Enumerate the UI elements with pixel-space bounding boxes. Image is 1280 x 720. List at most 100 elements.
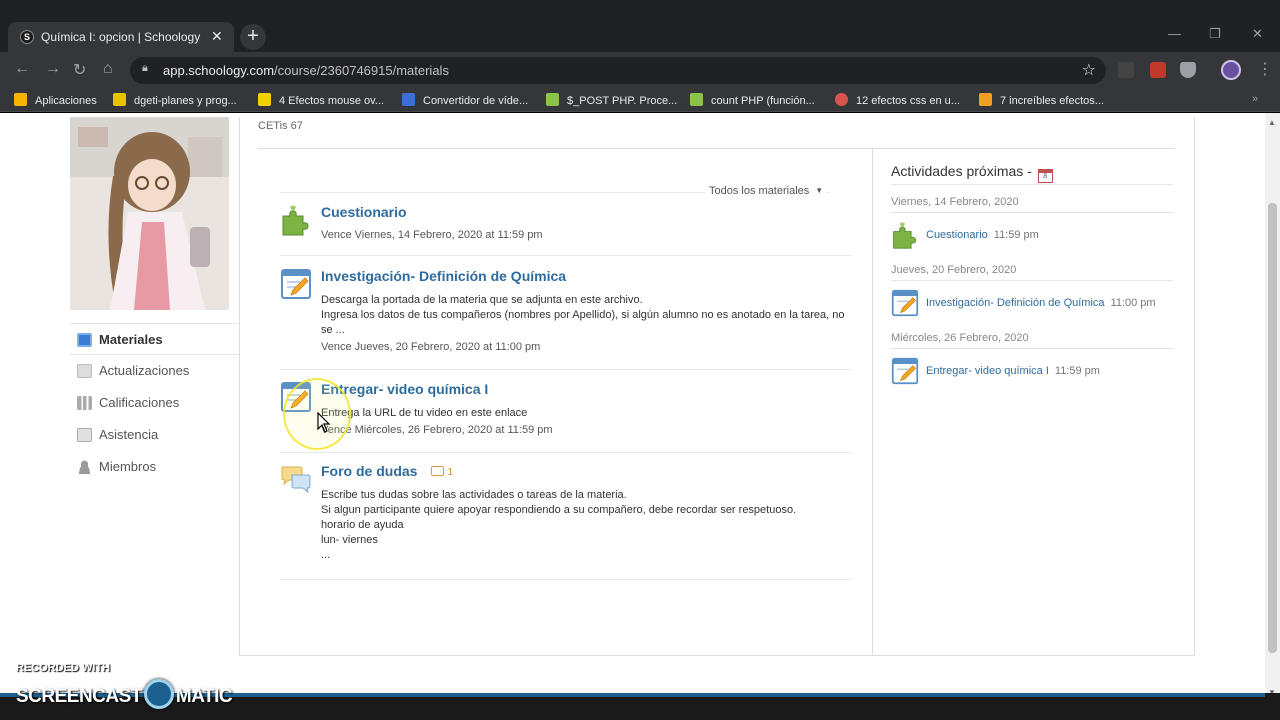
back-icon[interactable]: ← bbox=[14, 60, 30, 78]
new-tab-button[interactable]: + bbox=[240, 24, 266, 50]
nav-item-label: Asistencia bbox=[99, 427, 159, 442]
divider bbox=[872, 149, 873, 656]
description-line: Entrega la URL de tu video en este enlac… bbox=[321, 407, 528, 419]
browser-titlebar: S Química I: opcion | Schoology ✕ + — ❐ … bbox=[0, 0, 1280, 52]
material-title-link[interactable]: Foro de dudas 1 bbox=[321, 463, 453, 479]
bookmark-item[interactable]: dgeti-planes y prog... bbox=[113, 93, 237, 107]
lock-icon: 🔒︎ bbox=[142, 62, 148, 74]
scrollbar-thumb[interactable] bbox=[1268, 203, 1277, 653]
materials-filter-dropdown[interactable]: Todos los materiales ▼ bbox=[705, 185, 828, 197]
description-line: Escribe tus dudas sobre las actividades … bbox=[321, 489, 627, 501]
description-line: Ingresa los datos de tus compañeros (nom… bbox=[321, 309, 845, 336]
updates-icon bbox=[77, 364, 92, 378]
bookmark-item[interactable]: Aplicaciones bbox=[14, 93, 97, 107]
upcoming-item-link[interactable]: Cuestionario bbox=[926, 229, 988, 241]
address-url: app.schoology.com/course/2360746915/mate… bbox=[163, 63, 449, 78]
browser-toolbar: ← → ↻ ⌂ 🔒︎ app.schoology.com/course/2360… bbox=[0, 52, 1280, 88]
divider bbox=[891, 212, 1173, 213]
course-left-nav: Materiales Actualizaciones Calificacione… bbox=[70, 323, 240, 483]
reload-icon[interactable]: ↻ bbox=[73, 60, 86, 80]
tab-title: Química I: opcion | Schoology bbox=[41, 30, 201, 44]
minimize-icon[interactable]: — bbox=[1168, 26, 1181, 41]
site-favicon-icon bbox=[835, 93, 848, 106]
upcoming-date: Miércoles, 26 Febrero, 2020 bbox=[891, 332, 1029, 344]
site-favicon-icon bbox=[546, 93, 559, 106]
material-item: Entregar- video química I Entrega la URL… bbox=[280, 381, 852, 453]
site-favicon-icon bbox=[690, 93, 703, 106]
quiz-puzzle-icon bbox=[282, 205, 309, 236]
page-scrollbar[interactable]: ▲ ▼ bbox=[1265, 113, 1280, 700]
material-due-date: Vence Miércoles, 26 Febrero, 2020 at 11:… bbox=[321, 424, 553, 436]
screencast-watermark: RECORDED WITH SCREENCAST MATIC bbox=[16, 662, 233, 709]
site-favicon-icon bbox=[113, 93, 126, 106]
scroll-up-arrow-icon[interactable]: ▲ bbox=[1268, 118, 1276, 127]
address-bar[interactable]: 🔒︎ app.schoology.com/course/2360746915/m… bbox=[130, 57, 1106, 84]
bookmark-item[interactable]: 12 efectos css en u... bbox=[835, 93, 960, 107]
comment-count-badge[interactable]: 1 bbox=[431, 466, 453, 478]
course-materials-page: Materiales Actualizaciones Calificacione… bbox=[0, 113, 1280, 693]
upcoming-date: Jueves, 20 Febrero, 2020 bbox=[891, 264, 1017, 276]
bookmark-item[interactable]: $_POST PHP. Proce... bbox=[546, 93, 677, 107]
bookmark-item[interactable]: count PHP (función... bbox=[690, 93, 815, 107]
divider bbox=[258, 148, 1175, 149]
nav-item-actualizaciones[interactable]: Actualizaciones bbox=[70, 355, 240, 387]
material-due-date: Vence Jueves, 20 Febrero, 2020 at 11:00 … bbox=[321, 341, 541, 353]
schoology-favicon-icon: S bbox=[20, 30, 34, 44]
watermark-recorded-with: RECORDED WITH bbox=[16, 662, 111, 674]
course-profile-image bbox=[70, 117, 229, 310]
assignment-pencil-icon bbox=[891, 289, 919, 317]
nav-item-label: Miembros bbox=[99, 459, 157, 474]
upcoming-item-link[interactable]: Investigación- Definición de Química bbox=[926, 297, 1105, 309]
material-description: Entrega la URL de tu video en este enlac… bbox=[321, 406, 849, 421]
nav-item-label: Actualizaciones bbox=[99, 363, 190, 378]
bookmark-item[interactable]: Convertidor de víde... bbox=[402, 93, 528, 107]
forward-icon[interactable]: → bbox=[45, 60, 61, 78]
filter-label: Todos los materiales bbox=[709, 185, 810, 197]
profile-avatar-icon[interactable] bbox=[1221, 60, 1241, 80]
description-line: ... bbox=[321, 549, 331, 561]
apps-grid-icon bbox=[14, 93, 27, 106]
bookmark-star-icon[interactable]: ☆ bbox=[1082, 60, 1096, 80]
upcoming-title: Actividades próximas - 8 bbox=[891, 163, 1053, 183]
upcoming-item-link[interactable]: Entregar- video química I bbox=[926, 365, 1049, 377]
assignment-pencil-icon bbox=[891, 357, 919, 385]
material-item: Cuestionario Vence Viernes, 14 Febrero, … bbox=[280, 204, 852, 256]
bookmarks-bar: Aplicaciones dgeti-planes y prog... 4 Ef… bbox=[0, 88, 1280, 112]
nav-item-asistencia[interactable]: Asistencia bbox=[70, 419, 240, 451]
calendar-icon[interactable]: 8 bbox=[1037, 169, 1053, 183]
divider bbox=[891, 280, 1173, 281]
upcoming-item-time: 11:59 pm bbox=[993, 229, 1039, 241]
bookmark-item[interactable]: 4 Efectos mouse ov... bbox=[258, 93, 384, 107]
upcoming-date: Viernes, 14 Febrero, 2020 bbox=[891, 196, 1019, 208]
material-title-link[interactable]: Investigación- Definición de Química bbox=[321, 268, 566, 284]
extension-icon[interactable] bbox=[1118, 62, 1134, 78]
home-icon[interactable]: ⌂ bbox=[103, 60, 113, 78]
nav-item-label: Materiales bbox=[99, 332, 163, 347]
material-title-link[interactable]: Cuestionario bbox=[321, 204, 407, 220]
site-favicon-icon bbox=[258, 93, 271, 106]
pdf-extension-icon[interactable] bbox=[1150, 62, 1166, 78]
material-due-date: Vence Viernes, 14 Febrero, 2020 at 11:59… bbox=[321, 229, 543, 241]
description-line: Si algun participante quiere apoyar resp… bbox=[321, 504, 797, 516]
bookmarks-overflow-icon[interactable]: » bbox=[1252, 93, 1258, 105]
members-person-icon bbox=[77, 460, 92, 474]
shield-extension-icon[interactable] bbox=[1180, 62, 1196, 78]
material-description: Descarga la portada de la materia que se… bbox=[321, 293, 849, 338]
window-close-icon[interactable]: ✕ bbox=[1252, 26, 1263, 42]
divider bbox=[891, 348, 1173, 349]
mouse-cursor-icon bbox=[317, 412, 331, 433]
comment-icon bbox=[431, 466, 445, 476]
site-favicon-icon bbox=[979, 93, 992, 106]
menu-kebab-icon[interactable]: ⋮ bbox=[1257, 59, 1273, 79]
nav-item-label: Calificaciones bbox=[99, 395, 180, 410]
bookmark-item[interactable]: 7 increíbles efectos... bbox=[979, 93, 1104, 107]
restore-icon[interactable]: ❐ bbox=[1209, 26, 1221, 42]
watermark-brand: SCREENCAST MATIC bbox=[16, 679, 233, 709]
tab-close-icon[interactable]: ✕ bbox=[211, 28, 223, 45]
browser-tab[interactable]: S Química I: opcion | Schoology ✕ bbox=[8, 22, 234, 52]
nav-item-miembros[interactable]: Miembros bbox=[70, 451, 240, 483]
materials-icon bbox=[77, 333, 92, 347]
upcoming-item-time: 11:00 pm bbox=[1110, 297, 1156, 309]
nav-item-materiales[interactable]: Materiales bbox=[70, 323, 240, 355]
nav-item-calificaciones[interactable]: Calificaciones bbox=[70, 387, 240, 419]
